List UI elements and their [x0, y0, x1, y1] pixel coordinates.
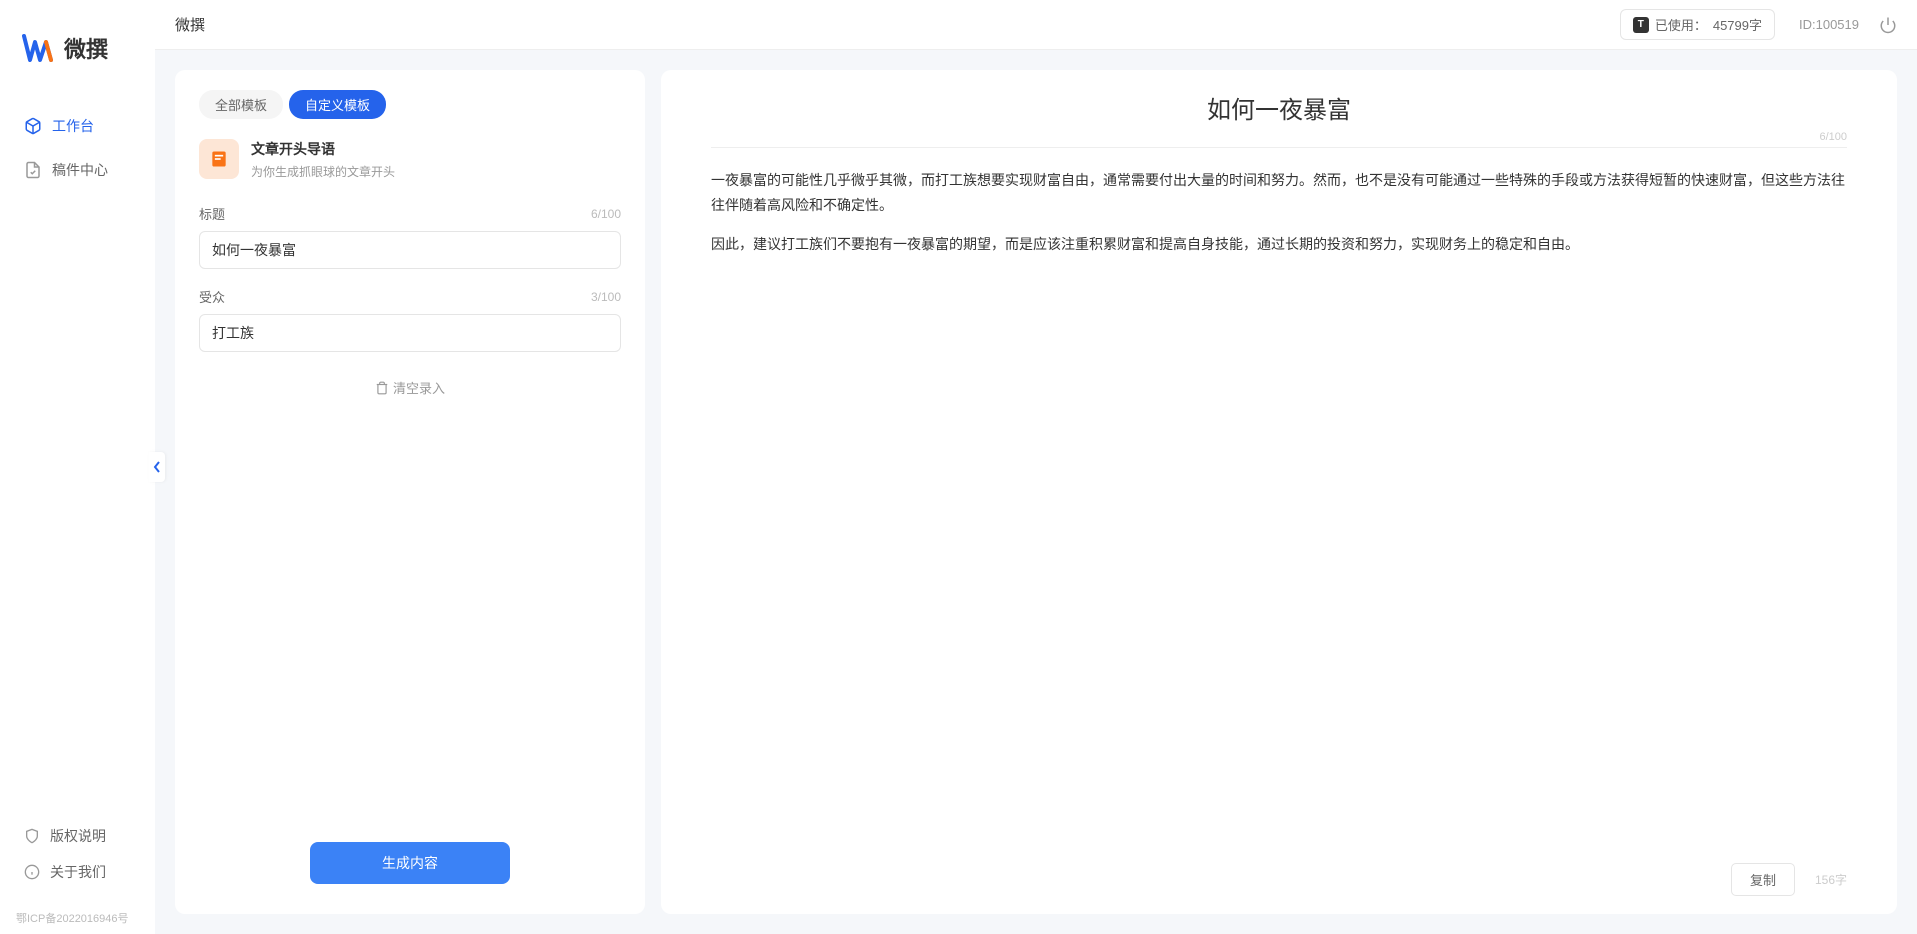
article-title: 如何一夜暴富	[711, 90, 1847, 125]
title-char-count: 6/100	[591, 207, 621, 221]
footer-about[interactable]: 关于我们	[12, 854, 143, 890]
usage-badge[interactable]: T 已使用： 45799字	[1620, 9, 1775, 40]
article-body: 一夜暴富的可能性几乎微乎其微，而打工族想要实现财富自由，通常需要付出大量的时间和…	[711, 168, 1847, 272]
sidebar: 微撰 工作台 稿件中心 版权说明	[0, 0, 155, 934]
power-button[interactable]	[1879, 16, 1897, 34]
article-paragraph: 一夜暴富的可能性几乎微乎其微，而打工族想要实现财富自由，通常需要付出大量的时间和…	[711, 168, 1847, 218]
chevron-left-icon	[153, 461, 161, 473]
nav-label: 稿件中心	[52, 160, 108, 180]
icp-text: 鄂ICP备2022016946号	[0, 902, 155, 934]
power-icon	[1879, 16, 1897, 34]
clear-button[interactable]: 清空录入	[199, 370, 621, 405]
title-label: 标题	[199, 204, 225, 223]
main: 微撰 T 已使用： 45799字 ID:100519 全部模板 自定义模板	[155, 0, 1917, 934]
logo: 微撰	[0, 0, 155, 106]
form-group-title: 标题 6/100	[199, 204, 621, 269]
word-count: 156字	[1815, 871, 1847, 888]
collapse-handle[interactable]	[149, 452, 165, 482]
info-icon	[24, 864, 40, 880]
template-icon	[199, 139, 239, 179]
form-group-audience: 受众 3/100	[199, 287, 621, 352]
template-card: 文章开头导语 为你生成抓眼球的文章开头	[199, 139, 621, 180]
generate-button[interactable]: 生成内容	[310, 842, 510, 884]
template-title: 文章开头导语	[251, 139, 395, 159]
document-icon	[24, 161, 42, 179]
template-desc: 为你生成抓眼球的文章开头	[251, 163, 395, 180]
usage-label: 已使用：	[1655, 15, 1707, 34]
audience-input[interactable]	[199, 314, 621, 352]
trash-icon	[375, 381, 389, 395]
audience-label: 受众	[199, 287, 225, 306]
logo-icon	[20, 30, 56, 66]
clear-label: 清空录入	[393, 378, 445, 397]
tabs: 全部模板 自定义模板	[199, 90, 621, 119]
nav-drafts[interactable]: 稿件中心	[12, 150, 143, 190]
cube-icon	[24, 117, 42, 135]
nav-label: 工作台	[52, 116, 94, 136]
sidebar-footer: 版权说明 关于我们	[0, 806, 155, 902]
audience-char-count: 3/100	[591, 290, 621, 304]
shield-icon	[24, 828, 40, 844]
article-paragraph: 因此，建议打工族们不要抱有一夜暴富的期望，而是应该注重积累财富和提高自身技能，通…	[711, 232, 1847, 257]
tab-custom-templates[interactable]: 自定义模板	[289, 90, 386, 119]
nav: 工作台 稿件中心	[0, 106, 155, 806]
logo-text: 微撰	[64, 32, 108, 64]
output-footer: 复制 156字	[1731, 863, 1847, 896]
footer-copyright[interactable]: 版权说明	[12, 818, 143, 854]
content: 全部模板 自定义模板 文章开头导语 为你生成抓眼球的文章开头 标题 6/10	[155, 50, 1917, 934]
footer-label: 版权说明	[50, 826, 106, 846]
text-icon: T	[1633, 17, 1649, 33]
file-icon	[209, 149, 229, 169]
topbar: 微撰 T 已使用： 45799字 ID:100519	[155, 0, 1917, 50]
usage-value: 45799字	[1713, 15, 1762, 34]
nav-workspace[interactable]: 工作台	[12, 106, 143, 146]
user-id: ID:100519	[1799, 17, 1859, 32]
copy-button[interactable]: 复制	[1731, 863, 1795, 896]
title-input[interactable]	[199, 231, 621, 269]
tab-all-templates[interactable]: 全部模板	[199, 90, 283, 119]
footer-label: 关于我们	[50, 862, 106, 882]
output-panel: 如何一夜暴富 6/100 一夜暴富的可能性几乎微乎其微，而打工族想要实现财富自由…	[661, 70, 1897, 914]
app-name: 微撰	[175, 14, 205, 35]
input-panel: 全部模板 自定义模板 文章开头导语 为你生成抓眼球的文章开头 标题 6/10	[175, 70, 645, 914]
title-count: 6/100	[1819, 131, 1847, 143]
